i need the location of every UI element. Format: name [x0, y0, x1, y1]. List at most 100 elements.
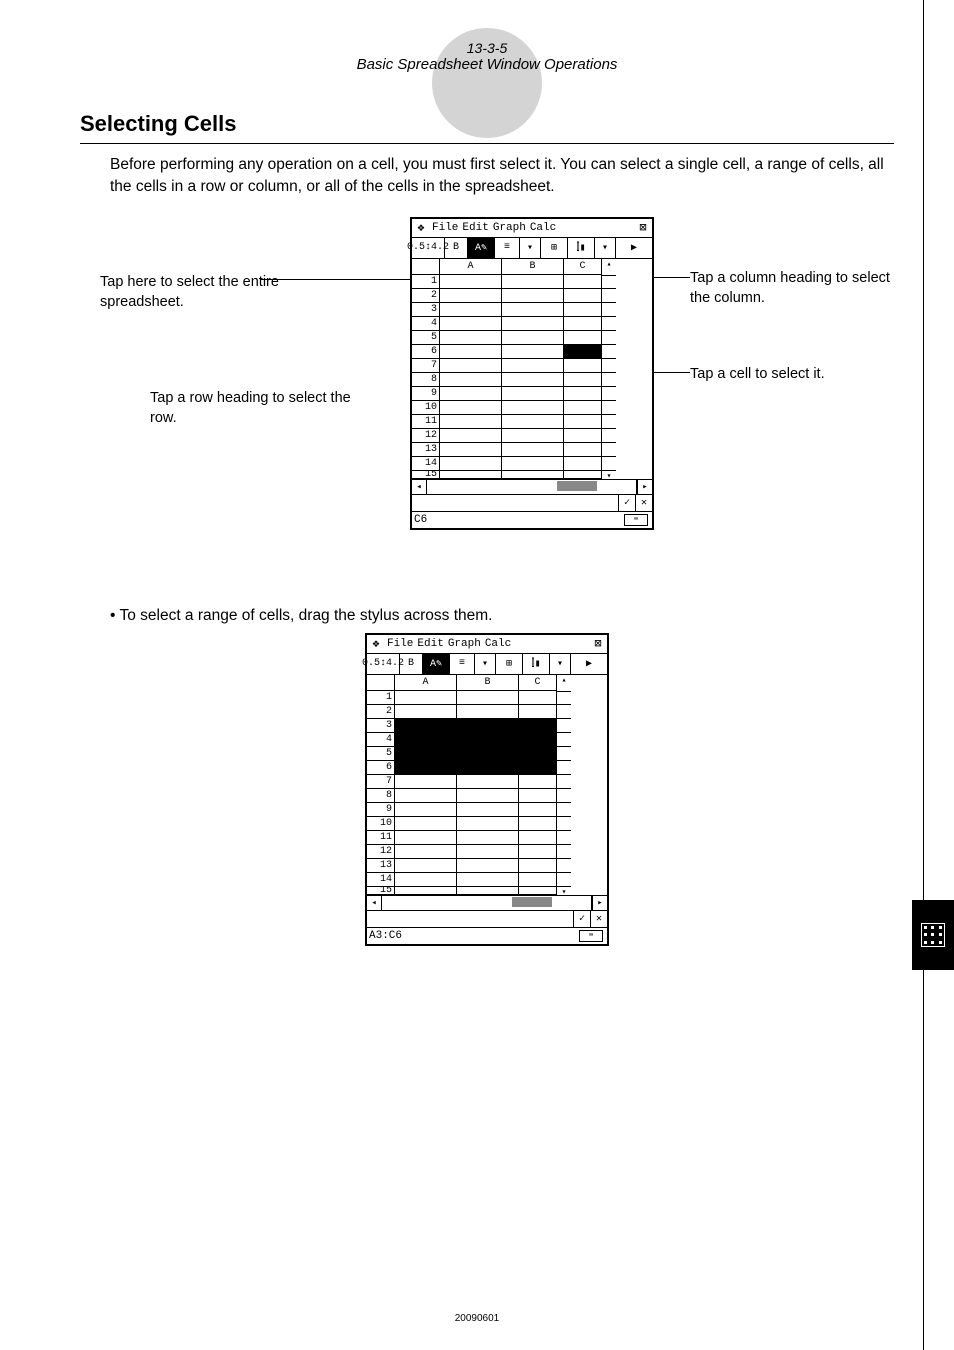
cell-selected[interactable] [395, 719, 457, 733]
cell[interactable] [564, 415, 602, 429]
cell[interactable] [457, 691, 519, 705]
scroll-down[interactable]: ▾ [602, 471, 616, 479]
cell[interactable] [440, 429, 502, 443]
cell[interactable] [440, 401, 502, 415]
vscroll[interactable] [557, 845, 571, 859]
cell-selected[interactable] [519, 719, 557, 733]
toolbar-decimal[interactable]: 0.5↕4.2 [367, 654, 400, 674]
cell[interactable] [502, 345, 564, 359]
vscroll[interactable] [557, 747, 571, 761]
vscroll[interactable] [602, 415, 616, 429]
cell[interactable] [519, 873, 557, 887]
cell[interactable] [395, 803, 457, 817]
formula-input[interactable] [412, 495, 618, 511]
cell[interactable] [564, 331, 602, 345]
scroll-up[interactable]: ▴ [557, 675, 571, 692]
column-header-c[interactable]: C [519, 675, 557, 691]
select-all-corner[interactable] [367, 675, 395, 691]
toolbar-align[interactable]: ≡ [450, 654, 475, 674]
toolbar-dropdown-1[interactable]: ▾ [520, 238, 541, 258]
row-header[interactable]: 1 [412, 275, 440, 289]
row-header[interactable]: 13 [367, 859, 395, 873]
cell[interactable] [564, 387, 602, 401]
cell[interactable] [440, 303, 502, 317]
vscroll[interactable] [602, 303, 616, 317]
cell[interactable] [457, 803, 519, 817]
row-header[interactable]: 8 [367, 789, 395, 803]
cell[interactable] [502, 289, 564, 303]
scroll-down[interactable]: ▾ [557, 887, 571, 895]
vscroll[interactable] [557, 775, 571, 789]
cell[interactable] [519, 859, 557, 873]
vscroll[interactable] [557, 733, 571, 747]
vscroll[interactable] [557, 789, 571, 803]
cell-selected[interactable] [395, 733, 457, 747]
row-header[interactable]: 15 [367, 887, 395, 895]
menu-file[interactable]: File [432, 222, 458, 234]
toolbar-dropdown-1[interactable]: ▾ [475, 654, 496, 674]
cell[interactable] [457, 817, 519, 831]
scroll-left[interactable]: ◂ [412, 480, 427, 494]
row-header[interactable]: 3 [412, 303, 440, 317]
cell[interactable] [440, 345, 502, 359]
cell[interactable] [564, 443, 602, 457]
row-header[interactable]: 13 [412, 443, 440, 457]
toolbar-decimal[interactable]: 0.5↕4.2 [412, 238, 445, 258]
hscrollbar[interactable]: ◂ ▸ [412, 479, 652, 494]
cell[interactable] [395, 831, 457, 845]
scroll-thumb[interactable] [512, 897, 552, 907]
vscroll[interactable] [602, 275, 616, 289]
app-icon[interactable]: ❖ [369, 636, 383, 651]
vscroll[interactable] [602, 443, 616, 457]
cell-selected[interactable] [457, 733, 519, 747]
row-header[interactable]: 1 [367, 691, 395, 705]
vscroll[interactable] [602, 317, 616, 331]
cell[interactable] [564, 317, 602, 331]
select-all-corner[interactable] [412, 259, 440, 275]
vscroll[interactable] [557, 761, 571, 775]
row-header[interactable]: 11 [367, 831, 395, 845]
cell[interactable] [519, 705, 557, 719]
cell[interactable] [564, 457, 602, 471]
cell[interactable] [502, 401, 564, 415]
toolbar-align[interactable]: ≡ [495, 238, 520, 258]
scroll-right[interactable]: ▸ [637, 480, 652, 494]
cell[interactable] [519, 691, 557, 705]
toolbar-dropdown-2[interactable]: ▾ [550, 654, 571, 674]
cell[interactable] [519, 775, 557, 789]
cell[interactable] [564, 275, 602, 289]
cell[interactable] [440, 373, 502, 387]
cell[interactable] [440, 471, 502, 479]
menu-edit[interactable]: Edit [462, 222, 488, 234]
menu-calc[interactable]: Calc [485, 638, 511, 650]
cell[interactable] [502, 387, 564, 401]
vscroll[interactable] [602, 429, 616, 443]
row-header[interactable]: 12 [412, 429, 440, 443]
row-header[interactable]: 2 [367, 705, 395, 719]
cell[interactable] [395, 691, 457, 705]
cell[interactable] [502, 429, 564, 443]
vscroll[interactable] [557, 817, 571, 831]
cell-selected[interactable] [519, 747, 557, 761]
cell[interactable] [502, 275, 564, 289]
vscroll[interactable] [602, 345, 616, 359]
row-header[interactable]: 14 [367, 873, 395, 887]
column-header-c[interactable]: C [564, 259, 602, 275]
cell[interactable] [395, 775, 457, 789]
menu-calc[interactable]: Calc [530, 222, 556, 234]
menu-graph[interactable]: Graph [448, 638, 481, 650]
vscroll[interactable] [557, 831, 571, 845]
vscroll[interactable] [557, 719, 571, 733]
scroll-track[interactable] [427, 480, 637, 494]
cell[interactable] [519, 817, 557, 831]
cell[interactable] [395, 845, 457, 859]
cell-selected[interactable] [519, 761, 557, 775]
row-header[interactable]: 11 [412, 415, 440, 429]
formula-input[interactable] [367, 911, 573, 927]
scroll-track[interactable] [382, 896, 592, 910]
row-header[interactable]: 7 [367, 775, 395, 789]
cancel-button[interactable]: ✕ [590, 911, 607, 927]
toolbar-font[interactable]: A✎ [468, 238, 495, 258]
row-header[interactable]: 4 [367, 733, 395, 747]
scroll-left[interactable]: ◂ [367, 896, 382, 910]
